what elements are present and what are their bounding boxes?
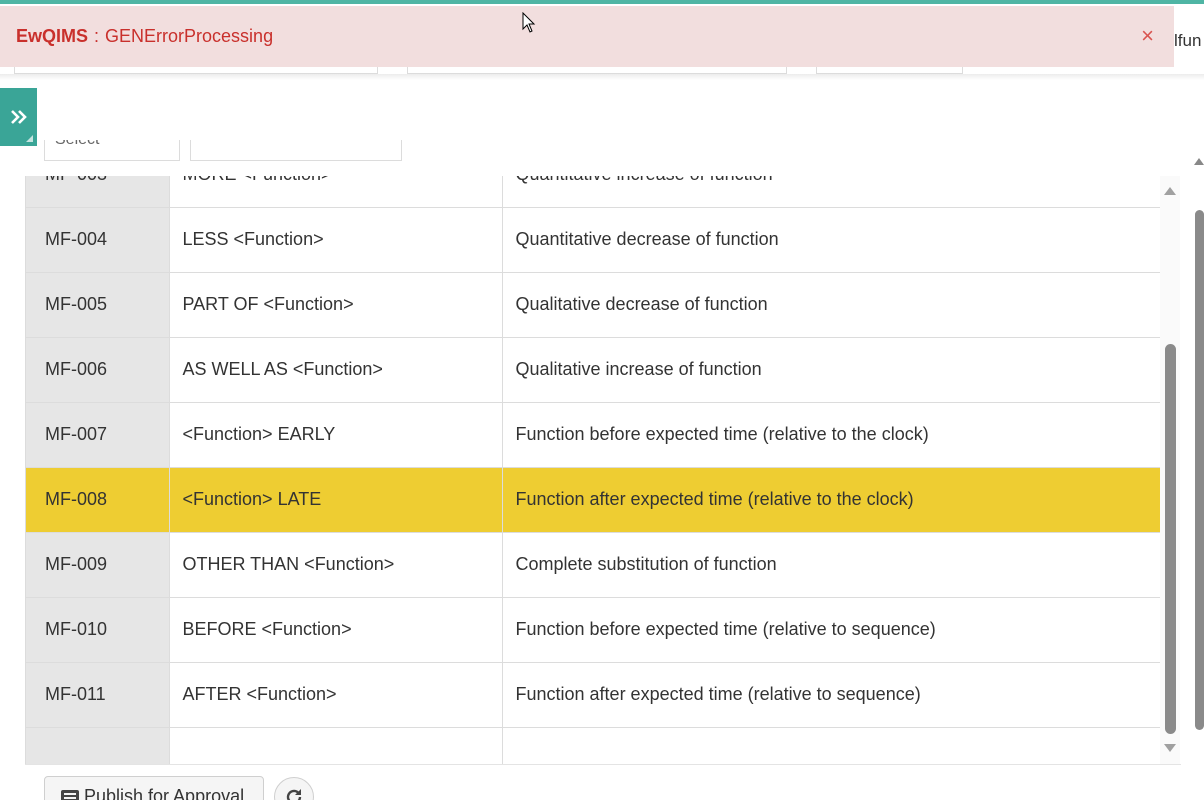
- row-description-cell[interactable]: Quantitative decrease of function: [502, 207, 1162, 273]
- table-row[interactable]: MF-011 AFTER <Function> Function after exp…: [26, 662, 1162, 728]
- header-shadow: [0, 74, 1204, 80]
- grid-filter-select-value: Select: [55, 140, 99, 149]
- alert-message: GENErrorProcessing: [105, 26, 274, 46]
- publish-for-approval-label: Publish for Approval: [84, 785, 245, 800]
- empty-cell: [169, 727, 503, 764]
- row-id-cell[interactable]: MF-006: [26, 337, 170, 403]
- header-edge-text: lfun: [1174, 31, 1202, 50]
- row-description-cell[interactable]: Quantitative increase of function: [502, 176, 1162, 208]
- double-chevron-right-icon: [10, 110, 27, 124]
- row-malfunction-cell[interactable]: <Function> LATE: [169, 467, 503, 533]
- table-row[interactable]: MF-008 <Function> LATE Function after expe…: [26, 467, 1162, 533]
- scroll-down-arrow-icon[interactable]: [1164, 744, 1176, 752]
- alert-separator: :: [94, 26, 100, 46]
- row-description-cell[interactable]: Qualitative increase of function: [502, 337, 1162, 403]
- grid-filter-select[interactable]: Select: [44, 140, 180, 161]
- row-malfunction-cell[interactable]: PART OF <Function>: [169, 272, 503, 338]
- row-id-cell[interactable]: MF-009: [26, 532, 170, 598]
- row-description-cell[interactable]: Function before expected time (relative …: [502, 402, 1162, 468]
- row-malfunction-cell[interactable]: AS WELL AS <Function>: [169, 337, 503, 403]
- data-grid-table: MF-003MORE <Function>Quantitative increa…: [26, 176, 1162, 764]
- row-id-cell[interactable]: MF-010: [26, 597, 170, 663]
- table-row[interactable]: MF-007 <Function> EARLY Function before ex…: [26, 402, 1162, 468]
- table-row[interactable]: MF-009 OTHER THAN <Function> Complete subs…: [26, 532, 1162, 598]
- row-id-cell[interactable]: MF-004: [26, 207, 170, 273]
- table-row[interactable]: MF-010 BEFORE <Function> Function before e…: [26, 597, 1162, 663]
- row-malfunction-cell[interactable]: <Function> EARLY: [169, 402, 503, 468]
- page-scrollbar-thumb[interactable]: [1195, 210, 1204, 730]
- grid-vertical-scrollbar[interactable]: [1160, 176, 1180, 764]
- grid-footer-divider: [25, 764, 1181, 765]
- sidebar-toggle-button[interactable]: [0, 88, 37, 146]
- table-row[interactable]: MF-003MORE <Function>Quantitative increa…: [26, 176, 1162, 208]
- empty-cell: [26, 727, 170, 764]
- row-description-cell[interactable]: Function before expected time (relative …: [502, 597, 1162, 663]
- row-description-cell[interactable]: Qualitative decrease of function: [502, 272, 1162, 338]
- mouse-cursor-icon: [522, 12, 536, 33]
- row-malfunction-cell[interactable]: OTHER THAN <Function>: [169, 532, 503, 598]
- top-accent-bar: [0, 0, 1204, 4]
- alert-close-button[interactable]: ×: [1141, 22, 1154, 50]
- table-empty-row: [26, 727, 1162, 764]
- row-id-cell[interactable]: MF-005: [26, 272, 170, 338]
- refresh-button[interactable]: [274, 777, 314, 800]
- resize-corner: [26, 135, 33, 142]
- error-alert: EwQIMS : GENErrorProcessing ×: [0, 6, 1174, 67]
- table-row[interactable]: MF-005 PART OF <Function> Qualitative decr…: [26, 272, 1162, 338]
- row-id-cell[interactable]: MF-011: [26, 662, 170, 728]
- alert-app-name: EwQIMS: [16, 26, 89, 46]
- refresh-icon: [286, 789, 302, 800]
- publish-for-approval-button[interactable]: Publish for Approval: [44, 776, 264, 800]
- row-malfunction-cell[interactable]: LESS <Function>: [169, 207, 503, 273]
- row-malfunction-cell[interactable]: MORE <Function>: [169, 176, 503, 208]
- grid-filter-input[interactable]: [190, 140, 402, 161]
- page-scroll-up-arrow-icon[interactable]: [1194, 158, 1204, 165]
- row-description-cell[interactable]: Function after expected time (relative t…: [502, 662, 1162, 728]
- row-id-cell[interactable]: MF-003: [26, 176, 170, 208]
- row-description-cell[interactable]: Complete substitution of function: [502, 532, 1162, 598]
- page-vertical-scrollbar[interactable]: [1190, 150, 1204, 750]
- row-id-cell[interactable]: MF-008: [26, 467, 170, 533]
- table-row[interactable]: MF-006 AS WELL AS <Function> Qualitative i…: [26, 337, 1162, 403]
- row-id-cell[interactable]: MF-007: [26, 402, 170, 468]
- scroll-up-arrow-icon[interactable]: [1164, 187, 1176, 195]
- document-icon: [60, 788, 80, 800]
- scrollbar-thumb[interactable]: [1165, 344, 1176, 734]
- table-row[interactable]: MF-004 LESS <Function> Quantitative decrea…: [26, 207, 1162, 273]
- row-malfunction-cell[interactable]: AFTER <Function>: [169, 662, 503, 728]
- row-malfunction-cell[interactable]: BEFORE <Function>: [169, 597, 503, 663]
- row-description-cell[interactable]: Function after expected time (relative t…: [502, 467, 1162, 533]
- empty-cell: [502, 727, 1162, 764]
- data-grid: MF-003MORE <Function>Quantitative increa…: [25, 176, 1181, 764]
